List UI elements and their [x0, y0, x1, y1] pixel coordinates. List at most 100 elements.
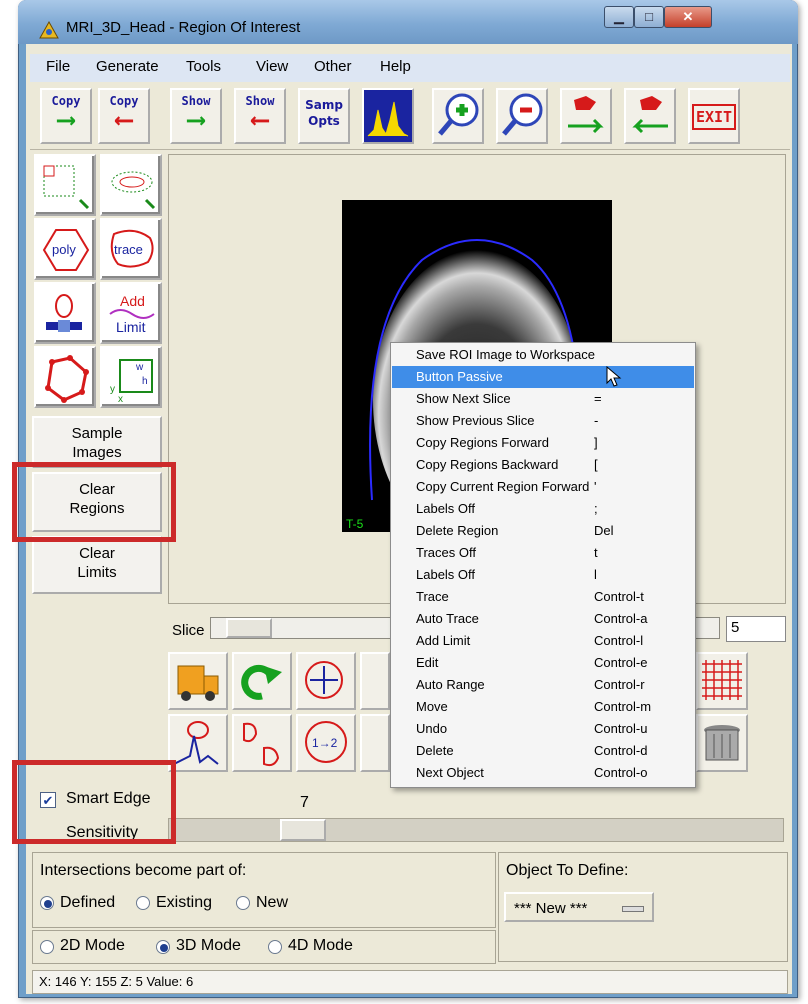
radio-3d-mode-label: 3D Mode [176, 937, 241, 954]
context-menu-item[interactable]: Copy Regions Forward] [392, 432, 694, 454]
poly-label: poly [52, 242, 76, 257]
rectangle-roi-tool[interactable] [34, 154, 96, 216]
mouse-cursor-icon [606, 365, 622, 394]
sample-images-button[interactable]: Sample Images [32, 416, 162, 468]
menu-tools[interactable]: Tools [186, 58, 221, 75]
zoom-in-icon [438, 93, 479, 136]
trace-tool[interactable]: trace [100, 218, 162, 280]
merge-region-button[interactable]: 1→2 [296, 714, 356, 772]
zoom-in-button[interactable] [432, 88, 484, 144]
truck-icon [177, 665, 219, 701]
radio-2d-mode[interactable] [40, 940, 54, 954]
maximize-button[interactable]: □ [634, 6, 664, 28]
menu-generate[interactable]: Generate [96, 58, 159, 75]
radio-new[interactable] [236, 896, 250, 910]
sensitivity-slider[interactable] [168, 818, 784, 842]
context-menu-item-label: Edit [416, 655, 439, 670]
context-menu-item[interactable]: Copy Regions Backward [ [392, 454, 694, 476]
svg-text:1→2: 1→2 [312, 736, 338, 750]
context-menu-item-label: Move [416, 699, 448, 714]
merge-region-icon: 1→2 [305, 721, 347, 763]
context-menu-item[interactable]: Next Object Control-o [392, 762, 694, 784]
copy-region-backward-button[interactable] [624, 88, 676, 144]
radio-4d-mode[interactable] [268, 940, 282, 954]
radio-existing[interactable] [136, 896, 150, 910]
slice-slider-thumb[interactable] [226, 618, 272, 638]
truck-tool-button[interactable] [168, 652, 228, 710]
menu-view[interactable]: View [256, 58, 288, 75]
shift-tool-button[interactable] [360, 652, 390, 710]
context-menu-item-label: Button Passive [416, 369, 503, 384]
copy-backward-button[interactable]: Copy ⟵ [98, 88, 150, 144]
context-menu-item[interactable]: Auto Trace Control-a [392, 608, 694, 630]
redo-rotate-button[interactable] [232, 652, 292, 710]
context-menu-item[interactable]: Labels Off; [392, 498, 694, 520]
zoom-out-button[interactable] [496, 88, 548, 144]
copy-forward-button[interactable]: Copy ⟶ [40, 88, 92, 144]
radio-3d-mode[interactable] [156, 940, 170, 954]
context-menu-item[interactable]: Delete Region Del [392, 520, 694, 542]
context-menu-item[interactable]: Add Limit Control-l [392, 630, 694, 652]
trash-tool-button[interactable] [696, 714, 748, 772]
context-menu-item[interactable]: Show Previous Slice - [392, 410, 694, 432]
dropdown-indicator-icon [622, 906, 644, 912]
add-limit-tool[interactable]: Add Limit [100, 282, 162, 344]
move-region-icon [305, 661, 343, 699]
svg-text:w: w [135, 362, 144, 373]
radio-defined[interactable] [40, 896, 54, 910]
menu-file[interactable]: File [46, 58, 70, 75]
context-menu-item[interactable]: Auto Range Control-r [392, 674, 694, 696]
sample-images-label-2: Images [72, 444, 122, 461]
width-height-tool[interactable]: wh yx [100, 346, 162, 408]
profile-tool-button[interactable] [168, 714, 228, 772]
context-menu-item-label: Copy Regions Forward [416, 435, 549, 450]
trace-icon: trace [110, 229, 154, 268]
polygon-tool[interactable]: poly [34, 218, 96, 280]
context-menu-item[interactable]: Move Control-m [392, 696, 694, 718]
context-menu-item-shortcut: Control-o [594, 765, 648, 780]
sample-options-button[interactable]: Samp Opts [298, 88, 350, 144]
profile-icon [173, 721, 219, 765]
sensitivity-value: 7 [300, 794, 309, 811]
context-menu-item[interactable]: Undo Control-u [392, 718, 694, 740]
sensitivity-slider-thumb[interactable] [280, 819, 326, 841]
context-menu-item[interactable]: Traces Off t [392, 542, 694, 564]
context-menu-item-label: Auto Trace [416, 611, 479, 626]
context-menu-item[interactable]: Labels Off l [392, 564, 694, 586]
menu-help[interactable]: Help [380, 58, 411, 75]
close-button[interactable]: ✕ [664, 6, 712, 28]
connect-tool-button[interactable] [360, 714, 390, 772]
radio-2d-mode-label: 2D Mode [60, 937, 125, 954]
context-menu-item[interactable]: Save ROI Image to Workspace [392, 344, 694, 366]
context-menu-item-label: Delete [416, 743, 454, 758]
split-region-button[interactable] [232, 714, 292, 772]
context-menu-item[interactable]: Copy Current Region Forward ' [392, 476, 694, 498]
copy-region-forward-button[interactable] [560, 88, 612, 144]
minimize-button[interactable]: ▁ [604, 6, 634, 28]
arrow-right-icon: ⟶ [188, 105, 204, 135]
histogram-button[interactable] [362, 88, 414, 144]
highlight-smart-edge [12, 760, 176, 844]
edit-points-tool[interactable] [34, 346, 96, 408]
context-menu-item[interactable]: Edit Control-e [392, 652, 694, 674]
slice-value-field[interactable]: 5 [726, 616, 786, 642]
context-menu-item[interactable]: Trace Control-t [392, 586, 694, 608]
context-menu-item[interactable]: Show Next Slice = [392, 388, 694, 410]
move-region-button[interactable] [296, 652, 356, 710]
menu-other[interactable]: Other [314, 58, 352, 75]
object-dropdown[interactable]: *** New *** [504, 892, 654, 922]
context-menu-item-shortcut: Control-t [594, 589, 644, 604]
show-forward-button[interactable]: Show ⟶ [170, 88, 222, 144]
seed-tool[interactable] [34, 282, 96, 344]
show-backward-button[interactable]: Show ⟵ [234, 88, 286, 144]
exit-button[interactable]: EXIT [688, 88, 740, 144]
polygon-icon: poly [42, 229, 90, 271]
context-menu-item[interactable]: Button Passive [392, 366, 694, 388]
context-menu-item-label: Show Previous Slice [416, 413, 535, 428]
grid-tool-button[interactable] [696, 652, 748, 710]
radio-4d-mode-label: 4D Mode [288, 937, 353, 954]
context-menu-item[interactable]: Delete Control-d [392, 740, 694, 762]
svg-text:h: h [142, 376, 148, 387]
ellipse-roi-tool[interactable] [100, 154, 162, 216]
clear-limits-button[interactable]: Clear Limits [32, 536, 162, 594]
